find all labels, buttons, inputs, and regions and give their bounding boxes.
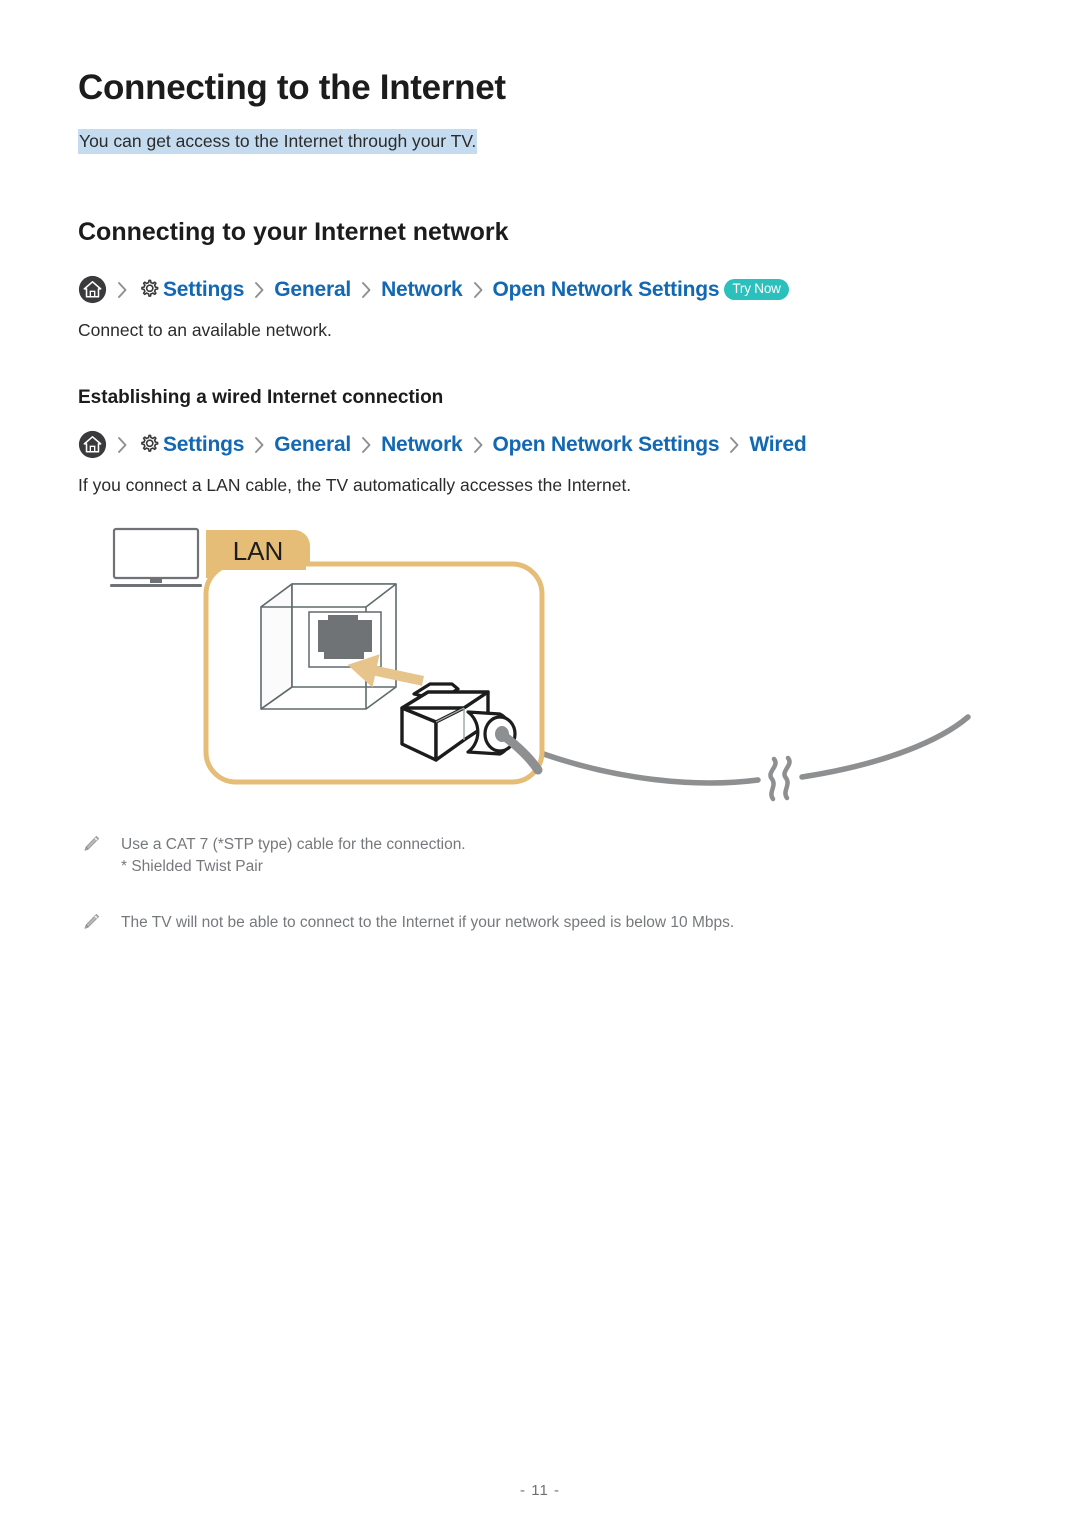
note-item: Use a CAT 7 (*STP type) cable for the co… bbox=[80, 832, 466, 876]
lan-cable-icon bbox=[535, 714, 971, 802]
section-heading-wired-connection: Establishing a wired Internet connection bbox=[78, 387, 444, 408]
document-page: Connecting to the Internet You can get a… bbox=[0, 0, 1080, 1527]
note-text: The TV will not be able to connect to th… bbox=[121, 914, 735, 931]
breadcrumb-item-general[interactable]: General bbox=[274, 433, 351, 457]
lan-tab-label: LAN bbox=[233, 536, 284, 566]
home-icon[interactable] bbox=[78, 275, 107, 304]
breadcrumb-item-network[interactable]: Network bbox=[381, 278, 463, 302]
breadcrumb-item-general[interactable]: General bbox=[274, 278, 351, 302]
breadcrumb-open-network-settings[interactable]: Settings General Network Open Network Se… bbox=[78, 275, 789, 304]
breadcrumb-item-wired[interactable]: Wired bbox=[749, 433, 806, 457]
diagram-svg: LAN bbox=[110, 527, 971, 802]
breadcrumb-label-settings[interactable]: Settings bbox=[163, 433, 244, 457]
chevron-right-icon bbox=[362, 281, 371, 298]
breadcrumb-label-settings[interactable]: Settings bbox=[163, 278, 244, 302]
breadcrumb-item-settings[interactable]: Settings bbox=[137, 433, 244, 457]
breadcrumb-item-network[interactable]: Network bbox=[381, 433, 463, 457]
page-number: - 11 - bbox=[520, 1482, 560, 1499]
section-heading-internet-network: Connecting to your Internet network bbox=[78, 218, 509, 246]
chevron-right-icon bbox=[362, 436, 371, 453]
note-subtext: * Shielded Twist Pair bbox=[121, 858, 263, 876]
breadcrumb-wired[interactable]: Settings General Network Open Network Se… bbox=[78, 430, 807, 459]
breadcrumb-item-settings[interactable]: Settings bbox=[137, 278, 244, 302]
home-icon[interactable] bbox=[78, 430, 107, 459]
page-title: Connecting to the Internet bbox=[78, 68, 506, 107]
chevron-right-icon bbox=[473, 281, 482, 298]
gear-icon bbox=[141, 279, 159, 297]
lead-paragraph: You can get access to the Internet throu… bbox=[78, 129, 478, 154]
note-text: Use a CAT 7 (*STP type) cable for the co… bbox=[121, 836, 466, 853]
note-body: The TV will not be able to connect to th… bbox=[121, 910, 734, 936]
note-body: Use a CAT 7 (*STP type) cable for the co… bbox=[121, 832, 466, 876]
pencil-note-icon bbox=[84, 913, 100, 929]
chevron-right-icon bbox=[255, 281, 264, 298]
breadcrumb-item-open-network-settings[interactable]: Open Network Settings bbox=[493, 433, 720, 457]
chevron-right-icon bbox=[255, 436, 264, 453]
chevron-right-icon bbox=[730, 436, 739, 453]
breadcrumb-item-open-network-settings[interactable]: Open Network Settings bbox=[493, 278, 720, 302]
chevron-right-icon bbox=[118, 436, 127, 453]
chevron-right-icon bbox=[473, 436, 482, 453]
gear-icon bbox=[141, 434, 159, 452]
chevron-right-icon bbox=[118, 281, 127, 298]
note-item: The TV will not be able to connect to th… bbox=[80, 910, 734, 936]
lead-highlight-text: You can get access to the Internet throu… bbox=[78, 129, 478, 154]
television-icon bbox=[110, 527, 202, 587]
lan-wired-connection-diagram: LAN bbox=[96, 512, 996, 812]
cable-break-icon bbox=[768, 755, 792, 802]
try-now-badge[interactable]: Try Now bbox=[724, 278, 789, 301]
paragraph-lan-cable: If you connect a LAN cable, the TV autom… bbox=[78, 475, 632, 495]
paragraph-connect-available-network: Connect to an available network. bbox=[78, 320, 332, 340]
pencil-note-icon bbox=[84, 835, 100, 851]
